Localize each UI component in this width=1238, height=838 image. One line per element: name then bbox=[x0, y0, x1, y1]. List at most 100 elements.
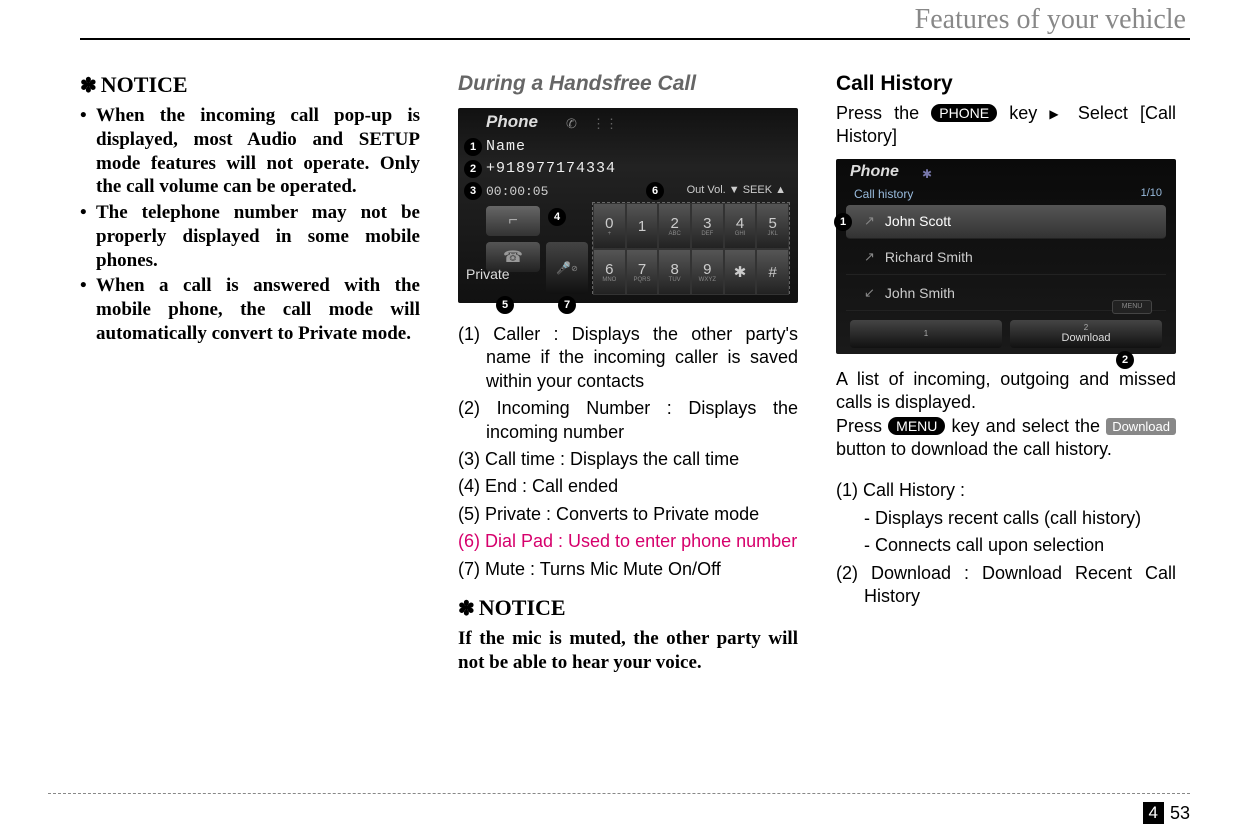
notice-heading-text: NOTICE bbox=[101, 72, 188, 97]
key-star[interactable]: ✱ bbox=[724, 249, 757, 295]
key-4[interactable]: 4GHI bbox=[724, 203, 757, 249]
chapter-number: 4 bbox=[1143, 802, 1164, 824]
page-header-title: Features of your vehicle bbox=[80, 4, 1190, 36]
call-history-screenshot: Phone ✱ Call history 1/10 ↗ John Scott ↗ R… bbox=[836, 159, 1176, 354]
hist-row-3-name: John Smith bbox=[885, 285, 955, 301]
page-number-value: 53 bbox=[1170, 803, 1190, 824]
callout-3: 3 bbox=[464, 182, 482, 200]
outgoing-call-icon: ↗ bbox=[864, 249, 875, 265]
notice-item-1: When the incoming call pop-up is display… bbox=[80, 104, 420, 199]
hf-item-2: (2) Incoming Number : Displays the incom… bbox=[458, 397, 798, 444]
softkey-1[interactable]: 1 bbox=[850, 320, 1002, 348]
hist-desc-2: Press MENU key and select the Download b… bbox=[836, 415, 1176, 462]
p2c: button to download the call history. bbox=[836, 439, 1112, 459]
triangle-icon: ▶ bbox=[1049, 107, 1065, 121]
intro-a: Press the bbox=[836, 103, 931, 123]
handsfree-call-screenshot: Phone ✆ ⋮⋮ Name +918977174334 00:00:05 O… bbox=[458, 108, 798, 303]
phone-screen-title: Phone bbox=[486, 112, 538, 132]
key-1[interactable]: 1 bbox=[626, 203, 659, 249]
column-2: During a Handsfree Call Phone ✆ ⋮⋮ Name … bbox=[458, 72, 798, 674]
key-9[interactable]: 9WXYZ bbox=[691, 249, 724, 295]
caller-number-field: +918977174334 bbox=[486, 160, 616, 177]
notice-heading-text-2: NOTICE bbox=[479, 595, 566, 620]
notice-snowflake-icon-2: ✽ bbox=[458, 598, 475, 620]
hist-item-1: (1) Call History : bbox=[836, 479, 1176, 502]
content-columns: ✽NOTICE When the incoming call pop-up is… bbox=[80, 72, 1190, 674]
hist-title: Phone bbox=[850, 163, 899, 181]
hist-row-1-name: John Scott bbox=[885, 213, 951, 229]
notice-heading-2: ✽NOTICE bbox=[458, 595, 798, 621]
key-3[interactable]: 3DEF bbox=[691, 203, 724, 249]
p2a: Press bbox=[836, 416, 888, 436]
call-history-heading: Call History bbox=[836, 72, 1176, 96]
key-hash[interactable]: # bbox=[756, 249, 789, 295]
notice-bullet-list: When the incoming call pop-up is display… bbox=[80, 104, 420, 346]
key-6[interactable]: 6MNO bbox=[593, 249, 626, 295]
page-number: 4 53 bbox=[1143, 802, 1191, 824]
call-history-intro: Press the PHONE key ▶ Select [Call Histo… bbox=[836, 102, 1176, 149]
notice-snowflake-icon: ✽ bbox=[80, 75, 97, 97]
hist-numbered-list: (1) Call History : - Displays recent cal… bbox=[836, 479, 1176, 608]
footer-dashed-rule bbox=[48, 793, 1190, 794]
mute-button[interactable]: 🎤⊘ bbox=[546, 242, 588, 294]
key-0[interactable]: 0+ bbox=[593, 203, 626, 249]
softkey-2-label: Download bbox=[1062, 332, 1111, 344]
notice-body-2: If the mic is muted, the other party wil… bbox=[458, 627, 798, 675]
key-5[interactable]: 5JKL bbox=[756, 203, 789, 249]
callout-5: 5 bbox=[496, 296, 514, 314]
phone-bt-icon: ⋮⋮ bbox=[592, 116, 618, 132]
outgoing-call-icon: ↗ bbox=[864, 213, 875, 229]
hist-item-2: (2) Download : Download Recent Call Hist… bbox=[836, 562, 1176, 609]
handsfree-numbered-list: (1) Caller : Displays the other party's … bbox=[458, 323, 798, 581]
call-time-field: 00:00:05 bbox=[486, 184, 548, 199]
p2b: key and select the bbox=[945, 416, 1106, 436]
softkey-2-num: 2 bbox=[1084, 323, 1088, 332]
callout-6: 6 bbox=[646, 182, 664, 200]
menu-key-pill: MENU bbox=[888, 417, 945, 435]
header-rule bbox=[80, 38, 1190, 40]
hist-desc-1: A list of incoming, outgoing and missed … bbox=[836, 368, 1176, 415]
hf-item-6: (6) Dial Pad : Used to enter phone numbe… bbox=[458, 530, 798, 553]
softkey-bar: 1 2Download bbox=[846, 320, 1166, 348]
hf-item-4: (4) End : Call ended bbox=[458, 475, 798, 498]
hist-count: 1/10 bbox=[1141, 187, 1162, 199]
hf-item-3: (3) Call time : Displays the call time bbox=[458, 448, 798, 471]
hist-item-1b: - Connects call upon selection bbox=[836, 534, 1176, 557]
hist-row-2-name: Richard Smith bbox=[885, 249, 973, 265]
handsfree-heading: During a Handsfree Call bbox=[458, 72, 798, 96]
menu-badge: MENU bbox=[1112, 300, 1152, 314]
hist-item-1a: - Displays recent calls (call history) bbox=[836, 507, 1176, 530]
end-call-button[interactable]: ⌐ bbox=[486, 206, 540, 236]
intro-b: key bbox=[997, 103, 1049, 123]
hist-callout-2: 2 bbox=[1116, 351, 1134, 369]
notice-heading: ✽NOTICE bbox=[80, 72, 420, 98]
incoming-call-icon: ↙ bbox=[864, 285, 875, 301]
notice-item-3: When a call is answered with the mobile … bbox=[80, 274, 420, 345]
notice-item-2: The telephone number may not be properly… bbox=[80, 201, 420, 272]
softkey-1-num: 1 bbox=[924, 329, 928, 338]
column-1: ✽NOTICE When the incoming call pop-up is… bbox=[80, 72, 420, 674]
phone-key-pill: PHONE bbox=[931, 104, 997, 122]
callout-2: 2 bbox=[464, 160, 482, 178]
hf-item-1: (1) Caller : Displays the other party's … bbox=[458, 323, 798, 393]
out-volume-label: Out Vol. ▼ SEEK ▲ bbox=[687, 184, 786, 196]
key-7[interactable]: 7PQRS bbox=[626, 249, 659, 295]
hist-row-2[interactable]: ↗ Richard Smith bbox=[846, 241, 1166, 275]
hf-item-7: (7) Mute : Turns Mic Mute On/Off bbox=[458, 558, 798, 581]
key-2[interactable]: 2ABC bbox=[658, 203, 691, 249]
key-8[interactable]: 8TUV bbox=[658, 249, 691, 295]
callout-1: 1 bbox=[464, 138, 482, 156]
hf-item-5: (5) Private : Converts to Private mode bbox=[458, 503, 798, 526]
hist-row-1[interactable]: ↗ John Scott bbox=[846, 205, 1166, 239]
bluetooth-icon: ✱ bbox=[922, 167, 932, 181]
hist-subtitle: Call history bbox=[854, 187, 913, 201]
phone-call-icon: ✆ bbox=[566, 116, 577, 132]
callout-7: 7 bbox=[558, 296, 576, 314]
dial-pad[interactable]: 0+ 1 2ABC 3DEF 4GHI 5JKL 6MNO 7PQRS 8TUV… bbox=[592, 202, 790, 294]
private-label: Private bbox=[466, 266, 510, 282]
column-3: Call History Press the PHONE key ▶ Selec… bbox=[836, 72, 1176, 674]
caller-name-field: Name bbox=[486, 138, 526, 155]
softkey-2[interactable]: 2Download bbox=[1010, 320, 1162, 348]
callout-4: 4 bbox=[548, 208, 566, 226]
download-button-pill: Download bbox=[1106, 418, 1176, 435]
